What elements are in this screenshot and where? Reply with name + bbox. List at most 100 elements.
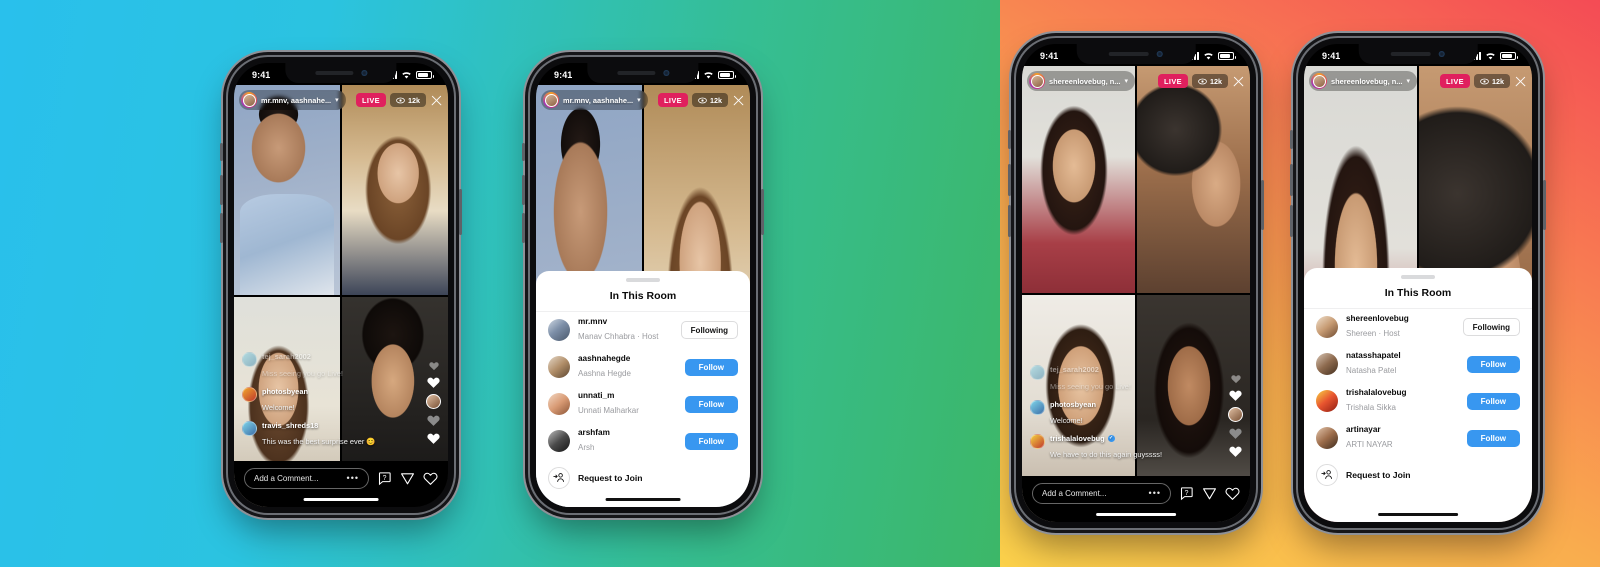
- status-time: 9:41: [554, 70, 573, 80]
- member-username: natasshapatel: [1346, 350, 1401, 360]
- mute-switch[interactable]: [220, 143, 223, 161]
- avatar: [1030, 433, 1045, 449]
- chevron-down-icon[interactable]: ▾: [637, 97, 641, 104]
- live-tile-shereen[interactable]: [1022, 66, 1135, 293]
- comment-username[interactable]: travis_shreds18: [262, 421, 376, 430]
- following-button[interactable]: Following: [680, 321, 738, 340]
- comment-placeholder: Add a Comment...: [1042, 488, 1107, 498]
- avatar: [548, 356, 570, 379]
- front-camera: [360, 70, 367, 76]
- table-row[interactable]: mr.mnv Manav Chhabra · Host Following: [536, 312, 750, 349]
- home-indicator[interactable]: [303, 497, 379, 501]
- volume-down-button[interactable]: [522, 213, 525, 243]
- live-badge: LIVE: [1157, 74, 1188, 88]
- table-row[interactable]: trishalalovebug Trishala Sikka Follow: [1304, 383, 1532, 420]
- power-button[interactable]: [459, 189, 462, 235]
- heart-icon: [1229, 390, 1242, 401]
- live-badge: LIVE: [657, 93, 688, 107]
- status-time: 9:41: [252, 70, 271, 80]
- avatar: [1316, 353, 1338, 376]
- power-button[interactable]: [1543, 180, 1546, 230]
- table-row[interactable]: aashnahegde Aashna Hegde Follow: [536, 349, 750, 386]
- chevron-down-icon[interactable]: ▾: [335, 97, 339, 104]
- close-icon[interactable]: [732, 94, 745, 107]
- chevron-down-icon[interactable]: ▾: [1124, 78, 1128, 85]
- send-icon[interactable]: [400, 471, 415, 486]
- follow-button[interactable]: Follow: [1466, 392, 1520, 410]
- home-indicator[interactable]: [1096, 512, 1176, 516]
- live-tile-manav[interactable]: [234, 85, 340, 295]
- live-tile-makeup[interactable]: [1137, 66, 1250, 293]
- send-icon[interactable]: [1202, 486, 1217, 501]
- status-time: 9:41: [1322, 51, 1341, 61]
- volume-down-button[interactable]: [1290, 205, 1293, 237]
- mute-switch[interactable]: [522, 143, 525, 161]
- host-chip[interactable]: shereenlovebug, n... ▾: [1027, 71, 1135, 91]
- question-icon[interactable]: ?: [377, 471, 392, 486]
- in-this-room-sheet: In This Room shereenlovebug Shereen · Ho…: [1304, 268, 1532, 522]
- table-row[interactable]: natasshapatel Natasha Patel Follow: [1304, 346, 1532, 383]
- member-fullname: Aashna Hegde: [578, 368, 631, 378]
- request-to-join-row[interactable]: Request to Join: [536, 460, 750, 491]
- eye-icon: [396, 97, 405, 103]
- volume-down-button[interactable]: [220, 213, 223, 243]
- live-tile-aashna[interactable]: [342, 85, 448, 295]
- close-icon[interactable]: [1514, 75, 1527, 88]
- table-row[interactable]: arshfam Arsh Follow: [536, 423, 750, 460]
- volume-up-button[interactable]: [1008, 164, 1011, 196]
- home-indicator[interactable]: [1378, 512, 1458, 516]
- power-button[interactable]: [1261, 180, 1264, 230]
- host-chip[interactable]: mr.mnv, aashnahe... ▾: [541, 90, 648, 110]
- volume-up-button[interactable]: [220, 175, 223, 205]
- more-options-icon[interactable]: •••: [347, 473, 359, 483]
- heart-icon: [427, 415, 440, 426]
- avatar: [548, 430, 570, 453]
- home-indicator[interactable]: [605, 497, 681, 501]
- table-row[interactable]: unnati_m Unnati Malharkar Follow: [536, 386, 750, 423]
- live-comments-list: tej_sarah2002 Miss seeing you go Live! p…: [1030, 365, 1196, 468]
- live-badge: LIVE: [355, 93, 386, 107]
- comment-item: photosbyean Welcome!: [242, 386, 394, 416]
- sheet-title: In This Room: [536, 282, 750, 312]
- volume-down-button[interactable]: [1008, 205, 1011, 237]
- member-username: artinayar: [1346, 424, 1381, 434]
- follow-button[interactable]: Follow: [1466, 355, 1520, 373]
- volume-up-button[interactable]: [1290, 164, 1293, 196]
- comment-username[interactable]: tej_sarah2002: [1050, 365, 1131, 374]
- comment-username[interactable]: tej_sarah2002: [262, 352, 343, 361]
- comment-input[interactable]: Add a Comment... •••: [244, 467, 369, 489]
- heart-icon: [427, 433, 440, 444]
- comment-username[interactable]: photosbyean: [1050, 400, 1096, 409]
- comment-input[interactable]: Add a Comment... •••: [1032, 482, 1171, 504]
- close-icon[interactable]: [1232, 75, 1245, 88]
- host-chip[interactable]: shereenlovebug, n... ▾: [1309, 71, 1417, 91]
- heart-icon[interactable]: [423, 471, 438, 486]
- left-panel: 9:41 mr.mnv, aashnahe... ▾ LIVE 12k tej_…: [0, 0, 1000, 567]
- mute-switch[interactable]: [1290, 130, 1293, 149]
- question-icon[interactable]: ?: [1179, 486, 1194, 501]
- table-row[interactable]: artinayar ARTI NAYAR Follow: [1304, 420, 1532, 457]
- request-to-join-row[interactable]: Request to Join: [1304, 457, 1532, 488]
- mute-switch[interactable]: [1008, 130, 1011, 149]
- table-row[interactable]: shereenlovebug Shereen · Host Following: [1304, 309, 1532, 346]
- follow-button[interactable]: Follow: [1466, 429, 1520, 447]
- following-button[interactable]: Following: [1462, 318, 1520, 337]
- heart-icon[interactable]: [1225, 486, 1240, 501]
- follow-button[interactable]: Follow: [684, 432, 738, 450]
- follow-button[interactable]: Follow: [684, 395, 738, 413]
- eye-icon: [1480, 78, 1489, 84]
- host-names: shereenlovebug, n...: [1331, 76, 1403, 86]
- comment-username[interactable]: photosbyean: [262, 387, 308, 396]
- follow-button[interactable]: Follow: [684, 358, 738, 376]
- reaction-avatar-bubble: [426, 394, 441, 409]
- more-options-icon[interactable]: •••: [1149, 488, 1161, 498]
- chevron-down-icon[interactable]: ▾: [1406, 78, 1410, 85]
- host-avatar: [241, 92, 257, 108]
- volume-up-button[interactable]: [522, 175, 525, 205]
- close-icon[interactable]: [430, 94, 443, 107]
- comment-text: This was the best surprise ever 😊: [262, 437, 376, 446]
- host-chip[interactable]: mr.mnv, aashnahe... ▾: [239, 90, 346, 110]
- comment-username[interactable]: trishalalovebug: [1050, 434, 1105, 443]
- member-username: trishalalovebug: [1346, 387, 1407, 397]
- power-button[interactable]: [761, 189, 764, 235]
